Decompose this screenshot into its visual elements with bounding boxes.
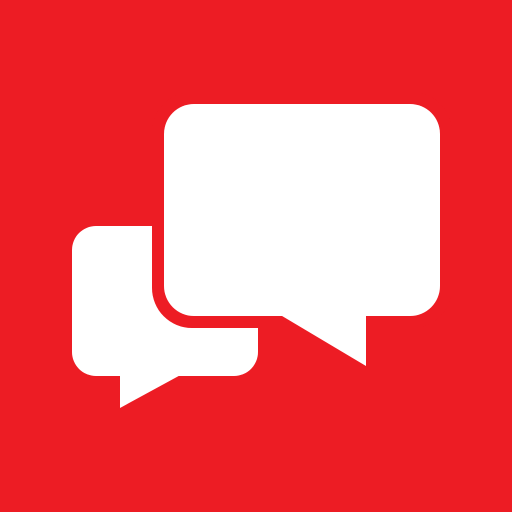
app-icon bbox=[0, 0, 512, 512]
front-bubble-body bbox=[164, 104, 440, 316]
chat-bubbles-icon bbox=[0, 0, 512, 512]
